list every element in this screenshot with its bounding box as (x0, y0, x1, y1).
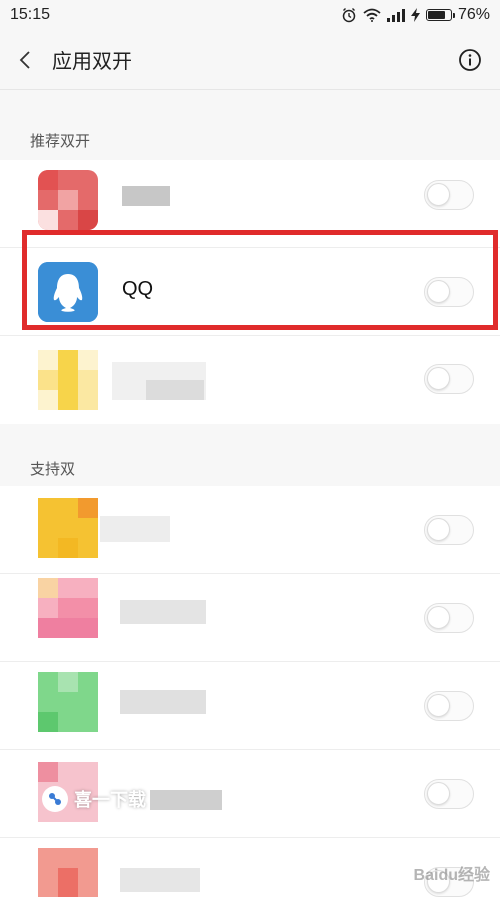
list-item[interactable] (0, 662, 500, 750)
recommended-list: QQ (0, 160, 500, 424)
blurred-app-name (100, 516, 170, 542)
blurred-app-name (150, 790, 222, 810)
app-icon (38, 672, 98, 732)
list-item[interactable] (0, 574, 500, 662)
back-button[interactable] (0, 30, 50, 90)
watermark-text: 喜一下载 (74, 790, 146, 811)
download-site-watermark: 喜一下载 (42, 786, 146, 812)
dual-app-toggle[interactable] (424, 691, 474, 721)
blurred-app-name (122, 186, 170, 206)
app-icon (38, 170, 98, 230)
status-icons: 76% (341, 6, 490, 24)
baidu-watermark: Baidu经验 (413, 867, 490, 884)
supported-list (0, 486, 500, 897)
blurred-app-name (120, 868, 200, 892)
qq-dual-app-toggle[interactable] (424, 277, 474, 307)
battery-icon (425, 9, 455, 21)
dual-app-toggle[interactable] (424, 180, 474, 210)
list-item-qq[interactable]: QQ (0, 248, 500, 336)
dual-app-toggle[interactable] (424, 603, 474, 633)
app-icon (38, 848, 98, 897)
section-header-supported: 支持双 (30, 460, 76, 478)
page-title: 应用双开 (52, 49, 132, 73)
battery-percent: 76% (457, 6, 490, 23)
app-icon (38, 350, 98, 410)
app-icon (38, 578, 98, 638)
watermark-logo-icon (42, 786, 68, 812)
dual-app-toggle[interactable] (424, 364, 474, 394)
alarm-icon (341, 7, 357, 23)
list-item[interactable] (0, 160, 500, 248)
back-arrow-icon (19, 50, 30, 69)
dual-app-toggle[interactable] (424, 515, 474, 545)
wifi-icon (363, 8, 381, 22)
blurred-app-name (120, 600, 206, 624)
charging-icon (410, 8, 420, 22)
qq-penguin-icon (38, 262, 98, 322)
info-icon (459, 48, 481, 71)
title-bar: 应用双开 (0, 30, 500, 90)
list-item[interactable] (0, 486, 500, 574)
list-item[interactable] (0, 336, 500, 424)
status-time: 15:15 (10, 6, 51, 23)
info-button[interactable] (440, 30, 500, 90)
blurred-app-name (120, 690, 206, 714)
status-bar: 15:15 76% (0, 0, 500, 30)
dual-app-toggle[interactable] (424, 779, 474, 809)
signal-icon (386, 8, 405, 22)
app-name: QQ (122, 278, 154, 300)
section-header-recommended: 推荐双开 (30, 132, 91, 150)
app-icon (38, 498, 98, 558)
